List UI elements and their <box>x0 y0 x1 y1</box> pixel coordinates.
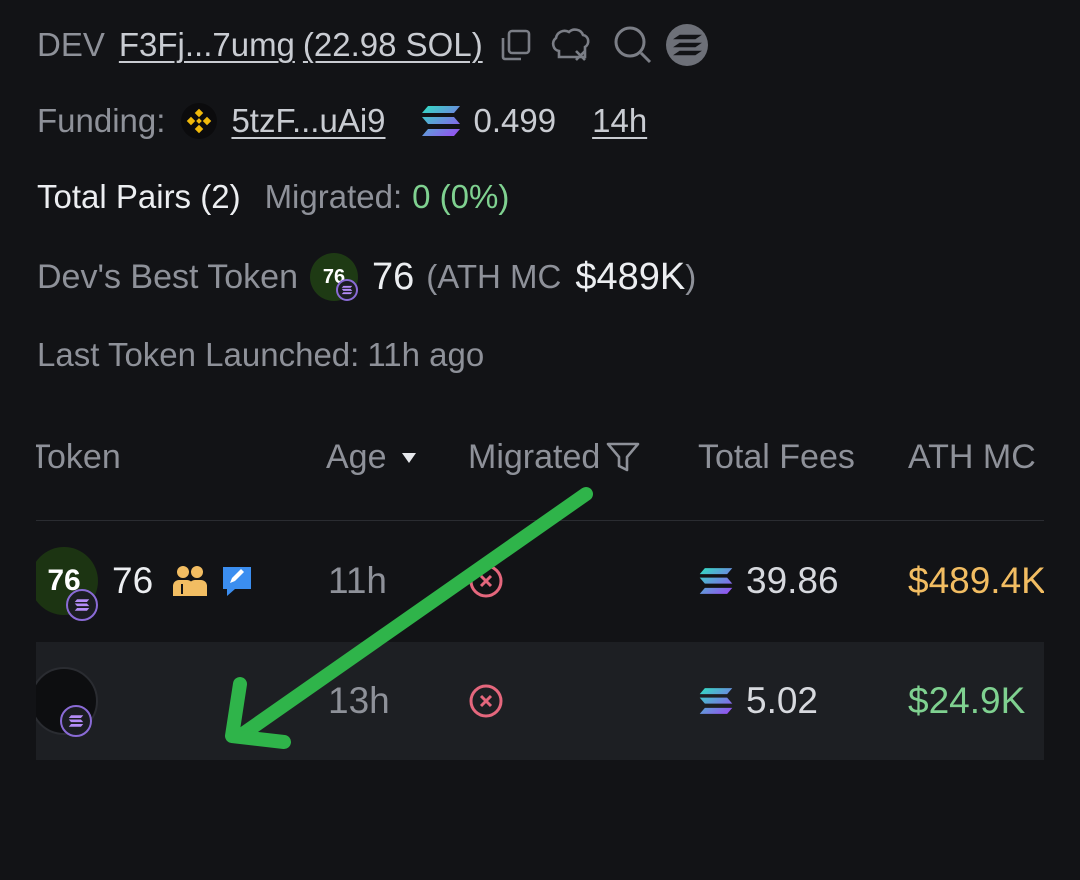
solana-badge-icon <box>66 589 98 621</box>
best-token-logo[interactable]: 76 <box>310 253 358 301</box>
header-ath-mc[interactable]: ATH MC <box>908 438 1036 477</box>
ath-mc: $24.9K <box>908 680 1026 721</box>
best-token-label: Dev's Best Token <box>37 257 298 296</box>
community-icon <box>172 522 208 640</box>
header-age[interactable]: Age <box>326 438 417 477</box>
token-name[interactable]: 76 <box>112 522 153 640</box>
pairs-info: Total Pairs (2) Migrated: 0 (0%) <box>37 172 509 222</box>
funding-label: Funding: <box>37 102 166 139</box>
pairs-table: Token Age Migrated Total Fees ATH MC 76 … <box>36 420 1044 765</box>
filter-icon[interactable] <box>606 441 640 475</box>
chef-hat-x-icon[interactable] <box>549 25 591 65</box>
last-token-value: 11h ago <box>367 336 485 373</box>
last-token-info: Last Token Launched: 11h ago <box>37 332 484 378</box>
best-token-name: 76 <box>372 255 415 298</box>
best-ath-value: $489K <box>575 255 686 298</box>
search-icon[interactable] <box>613 25 653 65</box>
copy-icon[interactable] <box>499 28 533 62</box>
migrated-value: 0 (0%) <box>412 178 510 215</box>
best-token-info: Dev's Best Token 76 76 (ATH MC $489K ) <box>37 250 696 304</box>
header-migrated[interactable]: Migrated <box>468 438 640 477</box>
header-total-fees[interactable]: Total Fees <box>698 438 855 477</box>
table-divider <box>36 520 1044 521</box>
not-migrated-icon <box>468 522 504 640</box>
funding-time-link[interactable]: 14h <box>592 102 647 140</box>
not-migrated-icon <box>468 642 504 760</box>
solana-icon <box>698 642 734 760</box>
dev-balance-link[interactable]: (22.98 SOL) <box>303 26 483 64</box>
ath-mc: $489.4K <box>908 560 1044 601</box>
sort-down-icon <box>401 452 417 464</box>
last-token-label: Last Token Launched: <box>37 336 360 373</box>
dev-info: DEV F3Fj...7umg (22.98 SOL) <box>37 20 709 70</box>
token-age: 11h <box>328 560 387 601</box>
funding-address-link[interactable]: 5tzF...uAi9 <box>231 102 385 140</box>
solana-icon <box>420 103 462 139</box>
dev-label: DEV <box>37 26 105 63</box>
migrated-label: Migrated: <box>264 178 403 215</box>
binance-icon <box>181 103 218 139</box>
best-ath-open: (ATH MC <box>426 258 562 295</box>
edit-chat-icon[interactable] <box>220 522 254 640</box>
dev-address-link[interactable]: F3Fj...7umg <box>119 26 295 64</box>
header-migrated-label: Migrated <box>468 438 601 476</box>
total-pairs: Total Pairs (2) <box>37 178 241 215</box>
table-row[interactable]: 76 76 11h 39.86 $489.4K <box>36 522 1044 640</box>
header-token[interactable]: Token <box>36 438 121 477</box>
solana-badge-icon <box>336 279 358 301</box>
solana-badge-icon <box>60 705 92 737</box>
token-logo <box>36 667 98 737</box>
token-logo: 76 <box>36 547 98 621</box>
funding-amount: 0.499 <box>473 102 557 139</box>
header-age-label: Age <box>326 438 387 476</box>
funding-info: Funding: 5tzF...uAi9 0.499 14h <box>37 96 647 146</box>
best-ath-close: ) <box>685 258 697 295</box>
token-age: 13h <box>328 680 390 721</box>
solana-icon <box>698 522 734 640</box>
table-row[interactable]: 13h 5.02 $24.9K <box>36 642 1044 760</box>
total-fees: 39.86 <box>746 560 839 601</box>
total-fees: 5.02 <box>746 680 819 721</box>
solscan-icon[interactable] <box>665 23 709 67</box>
